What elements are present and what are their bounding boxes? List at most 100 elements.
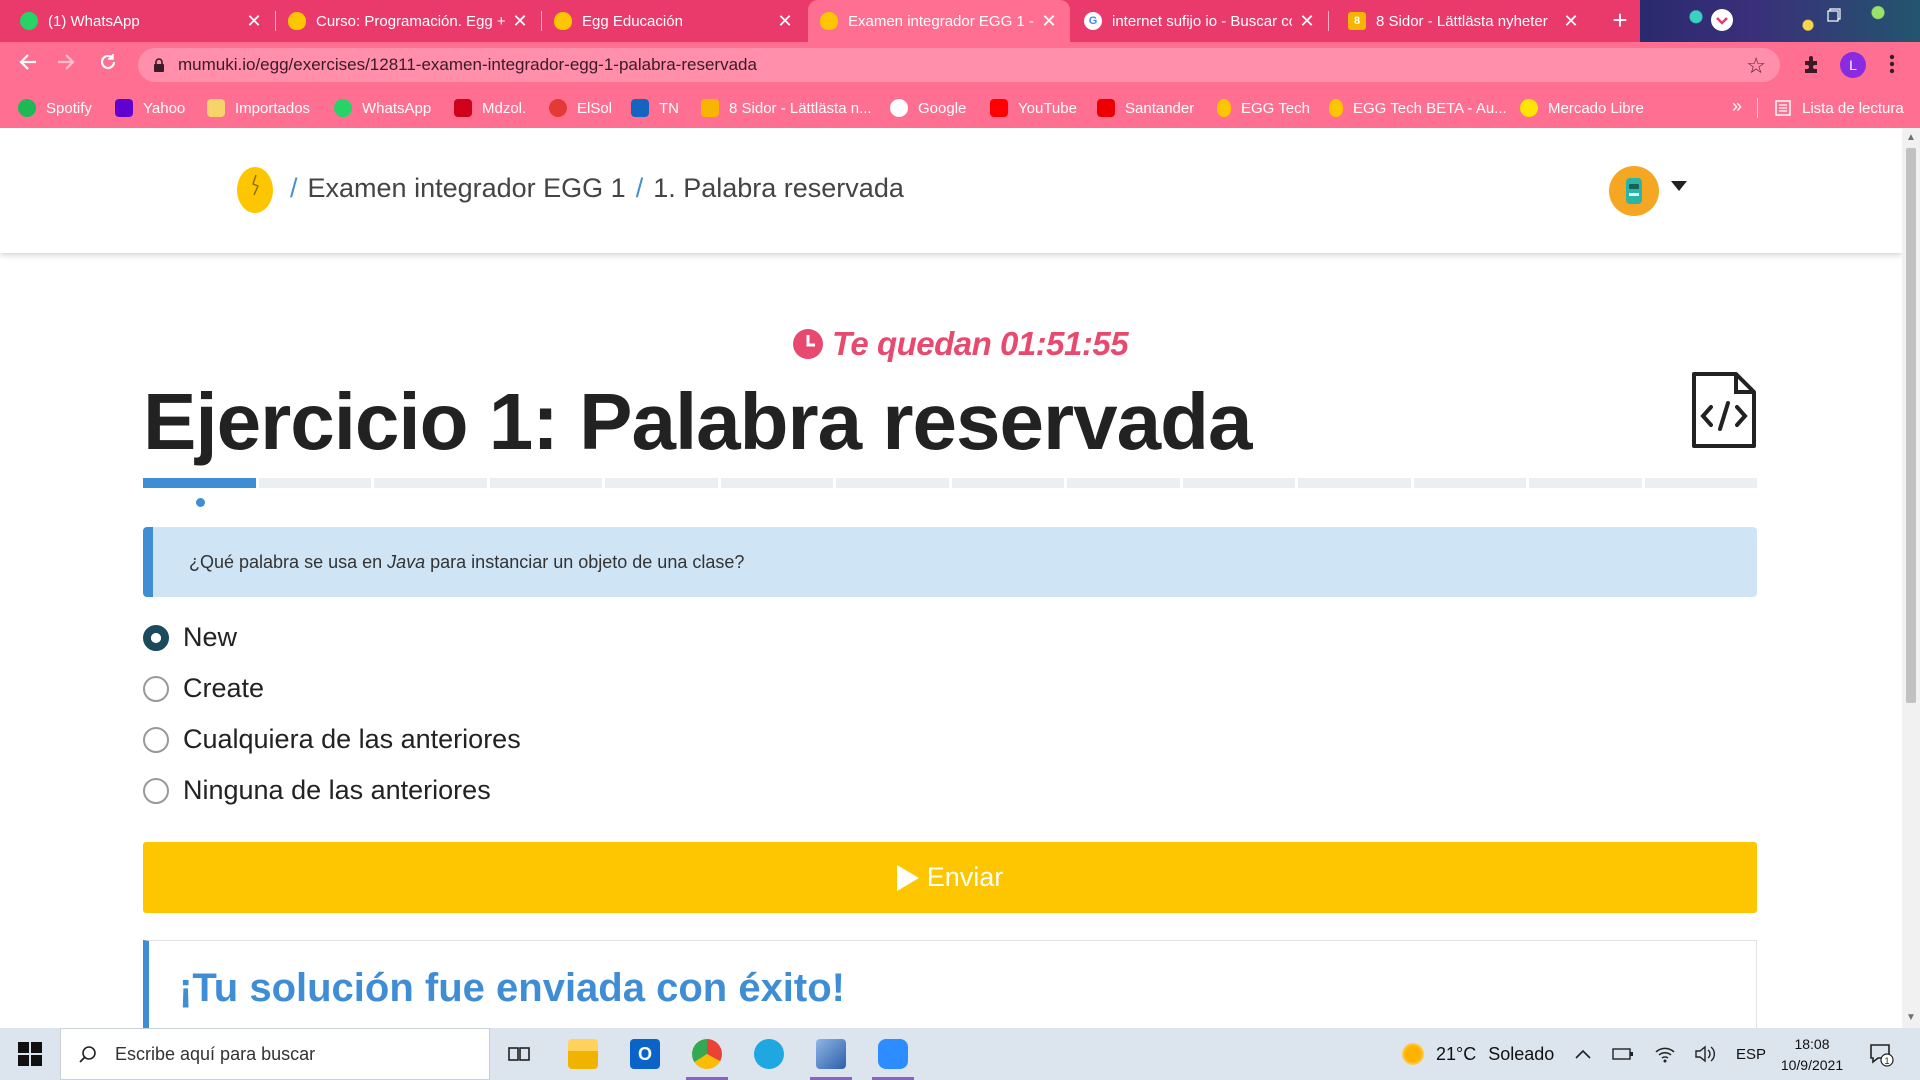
option-any[interactable]: Cualquiera de las anteriores bbox=[143, 724, 521, 755]
progress-segment[interactable] bbox=[1413, 478, 1526, 488]
bookmark-santander[interactable]: Santander bbox=[1097, 88, 1194, 128]
reload-icon[interactable] bbox=[94, 51, 122, 79]
bookmark-whatsapp[interactable]: WhatsApp bbox=[334, 88, 431, 128]
forward-icon[interactable] bbox=[52, 51, 80, 79]
option-label: Ninguna de las anteriores bbox=[183, 775, 491, 805]
reading-list-icon bbox=[1775, 100, 1791, 116]
progress-segment[interactable] bbox=[605, 478, 718, 488]
bookmark-folder-importados[interactable]: Importados bbox=[207, 88, 310, 128]
bookmark-google[interactable]: Google bbox=[890, 88, 966, 128]
bookmark-youtube[interactable]: YouTube bbox=[990, 88, 1077, 128]
option-new[interactable]: New bbox=[143, 622, 237, 653]
tab-egg-educacion[interactable]: Egg Educación ✕ bbox=[542, 0, 806, 42]
egg-logo-icon[interactable] bbox=[236, 163, 274, 213]
weather-temperature: 21°C bbox=[1436, 1043, 1477, 1064]
url-text[interactable]: mumuki.io/egg/exercises/12811-examen-int… bbox=[178, 55, 757, 75]
radio-button[interactable] bbox=[143, 624, 169, 651]
address-bar[interactable]: mumuki.io/egg/exercises/12811-examen-int… bbox=[138, 48, 1780, 82]
progress-segment[interactable] bbox=[374, 478, 487, 488]
progress-segment[interactable] bbox=[951, 478, 1064, 488]
internet-explorer-icon[interactable] bbox=[746, 1034, 792, 1074]
lock-icon bbox=[154, 58, 164, 72]
weather-widget[interactable]: 21°C Soleado bbox=[1402, 1028, 1554, 1080]
bookmark-egg-tech-beta[interactable]: EGG Tech BETA - Au... bbox=[1329, 88, 1507, 128]
progress-segment[interactable] bbox=[836, 478, 949, 488]
close-tab-icon[interactable]: ✕ bbox=[1040, 11, 1058, 32]
back-icon[interactable] bbox=[14, 51, 42, 79]
progress-segment[interactable] bbox=[1182, 478, 1295, 488]
windows-start-icon[interactable] bbox=[18, 1042, 42, 1066]
close-tab-icon[interactable]: ✕ bbox=[776, 11, 794, 32]
user-avatar[interactable] bbox=[1609, 166, 1659, 216]
progress-segment[interactable] bbox=[1529, 478, 1642, 488]
bookmark-spotify[interactable]: Spotify bbox=[18, 88, 92, 128]
close-tab-icon[interactable]: ✕ bbox=[1562, 11, 1580, 32]
radio-button[interactable] bbox=[143, 777, 169, 804]
show-hidden-icons-icon[interactable] bbox=[1574, 1028, 1592, 1080]
menu-kebab-icon[interactable] bbox=[1880, 53, 1904, 77]
close-tab-icon[interactable]: ✕ bbox=[1298, 11, 1316, 32]
progress-segment[interactable] bbox=[1644, 478, 1757, 488]
bookmark-label: Google bbox=[918, 99, 967, 117]
bookmark-egg-tech[interactable]: EGG Tech bbox=[1217, 88, 1310, 128]
radio-button[interactable] bbox=[143, 726, 169, 753]
windows-taskbar: Escribe aquí para buscar O 21°C Soleado … bbox=[0, 1028, 1920, 1080]
scroll-up-icon[interactable]: ▲ bbox=[1906, 132, 1916, 143]
tab-examen-integrador[interactable]: Examen integrador EGG 1 - M ✕ bbox=[808, 0, 1070, 42]
volume-icon[interactable] bbox=[1694, 1028, 1716, 1080]
task-view-icon[interactable] bbox=[496, 1034, 542, 1074]
option-none[interactable]: Ninguna de las anteriores bbox=[143, 775, 491, 806]
progress-segment[interactable] bbox=[258, 478, 371, 488]
tab-curso-programacion[interactable]: Curso: Programación. Egg + M ✕ bbox=[276, 0, 542, 42]
bookmark-elsol[interactable]: ElSol bbox=[549, 88, 612, 128]
progress-segment[interactable] bbox=[143, 478, 256, 488]
submit-button[interactable]: Enviar bbox=[143, 842, 1757, 913]
bookmark-mdzol[interactable]: Mdzol. bbox=[454, 88, 526, 128]
profile-avatar[interactable]: L bbox=[1840, 52, 1866, 78]
new-tab-button[interactable]: + bbox=[1607, 7, 1633, 34]
restore-window-icon[interactable] bbox=[1820, 8, 1848, 34]
user-menu-caret-icon[interactable] bbox=[1671, 181, 1687, 191]
tab-google-search[interactable]: G internet sufijo io - Buscar con ✕ bbox=[1072, 0, 1329, 42]
wifi-icon[interactable] bbox=[1654, 1028, 1676, 1080]
bookmark-8-sidor[interactable]: 8 Sidor - Lättlästa n... bbox=[701, 88, 872, 128]
option-create[interactable]: Create bbox=[143, 673, 264, 704]
bookmark-label: Mdzol. bbox=[482, 99, 527, 117]
virtualbox-icon[interactable] bbox=[808, 1034, 854, 1080]
system-clock[interactable]: 18:08 10/9/2021 bbox=[1772, 1034, 1852, 1076]
bookmark-star-icon[interactable]: ☆ bbox=[1746, 53, 1766, 79]
more-bookmarks-icon[interactable]: » bbox=[1732, 96, 1742, 117]
notifications-icon[interactable]: 1 bbox=[1868, 1041, 1894, 1067]
tab-8-sidor[interactable]: 8 8 Sidor - Lättlästa nyheter ✕ bbox=[1336, 0, 1592, 42]
chrome-icon[interactable] bbox=[684, 1034, 730, 1080]
taskbar-search-box[interactable]: Escribe aquí para buscar bbox=[60, 1028, 490, 1080]
progress-segment[interactable] bbox=[1298, 478, 1411, 488]
outlook-icon[interactable]: O bbox=[622, 1034, 668, 1074]
yahoo-icon bbox=[115, 99, 133, 117]
input-language[interactable]: ESP bbox=[1736, 1028, 1766, 1080]
breadcrumb-exam-link[interactable]: Examen integrador EGG 1 bbox=[308, 173, 626, 204]
radio-button[interactable] bbox=[143, 675, 169, 702]
progress-segment[interactable] bbox=[1067, 478, 1180, 488]
whatsapp-icon bbox=[334, 99, 352, 117]
submit-label: Enviar bbox=[926, 862, 1004, 892]
close-tab-icon[interactable]: ✕ bbox=[245, 11, 263, 32]
progress-segment[interactable] bbox=[720, 478, 833, 488]
scrollbar-thumb[interactable] bbox=[1906, 148, 1916, 703]
progress-segment[interactable] bbox=[489, 478, 602, 488]
tab-search-icon[interactable] bbox=[1708, 8, 1736, 34]
scroll-down-icon[interactable]: ▼ bbox=[1906, 1012, 1916, 1023]
bookmark-tn[interactable]: TN bbox=[631, 88, 679, 128]
file-explorer-icon[interactable] bbox=[560, 1034, 606, 1074]
egg-icon bbox=[1217, 99, 1231, 117]
page-scrollbar[interactable]: ▲ ▼ bbox=[1902, 128, 1920, 1028]
tab-whatsapp[interactable]: (1) WhatsApp ✕ bbox=[8, 0, 276, 42]
extensions-icon[interactable] bbox=[1800, 53, 1824, 77]
bookmark-mercado-libre[interactable]: Mercado Libre bbox=[1520, 88, 1644, 128]
zoom-icon[interactable] bbox=[870, 1034, 916, 1080]
close-tab-icon[interactable]: ✕ bbox=[511, 11, 529, 32]
battery-icon[interactable] bbox=[1612, 1028, 1634, 1080]
bookmark-yahoo[interactable]: Yahoo bbox=[115, 88, 185, 128]
reading-list-button[interactable]: Lista de lectura bbox=[1774, 88, 1904, 128]
bookmarks-bar: Spotify Yahoo Importados WhatsApp Mdzol.… bbox=[0, 88, 1920, 128]
